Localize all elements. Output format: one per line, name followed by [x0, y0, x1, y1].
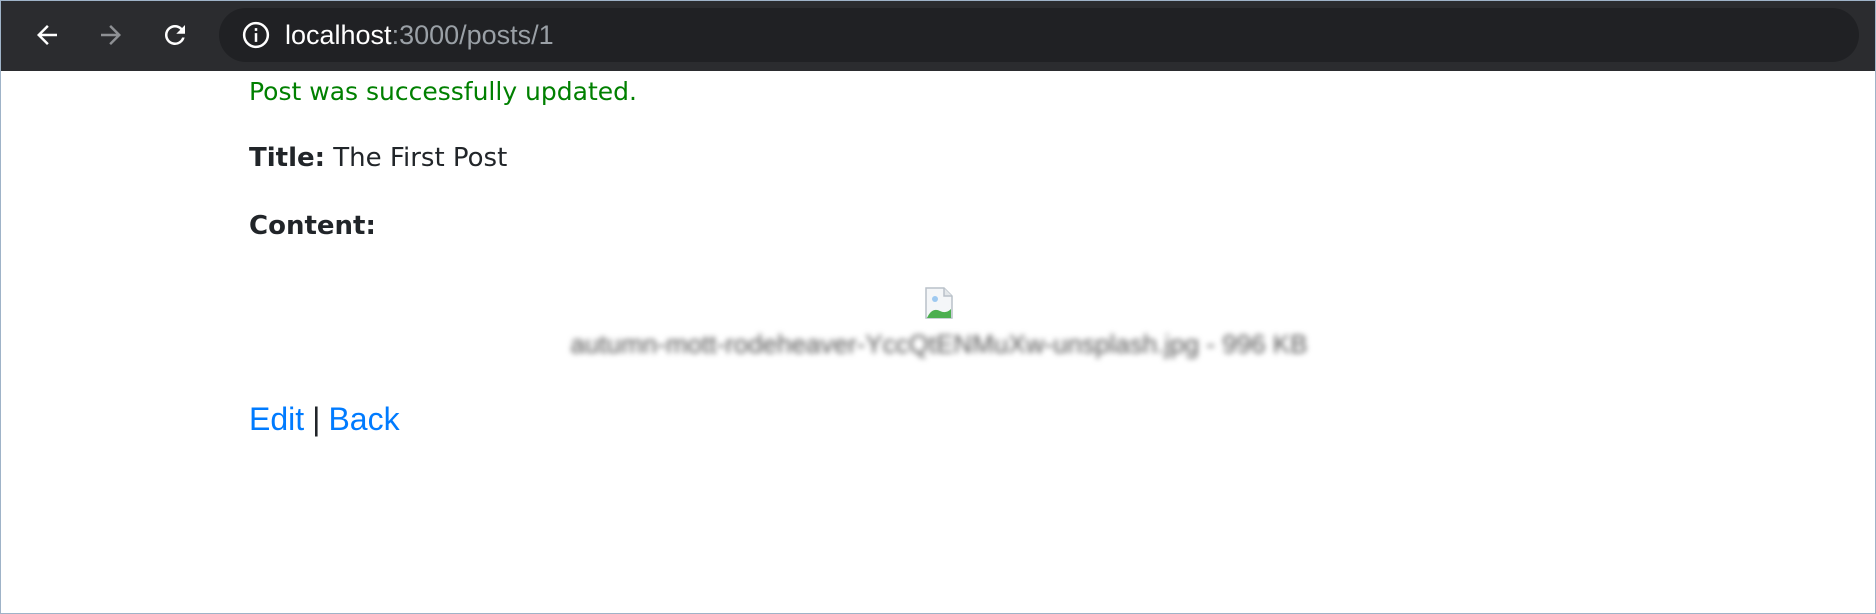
- forward-button[interactable]: [91, 15, 131, 55]
- browser-window: localhost:3000/posts/1 Post was successf…: [0, 0, 1876, 614]
- title-label: Title:: [249, 143, 326, 173]
- url-path: :3000/posts/1: [391, 19, 554, 50]
- link-separator: |: [312, 401, 321, 437]
- reload-button[interactable]: [155, 15, 195, 55]
- attachment-caption: autumn-mott-rodeheaver-YccQtENMuXw-unspl…: [570, 329, 1308, 359]
- broken-image-icon[interactable]: [924, 287, 954, 319]
- back-link[interactable]: Back: [328, 401, 399, 437]
- title-value: The First Post: [333, 143, 508, 173]
- attachment-figure: autumn-mott-rodeheaver-YccQtENMuXw-unspl…: [249, 287, 1629, 360]
- url-text[interactable]: localhost:3000/posts/1: [285, 20, 554, 51]
- content-field: Content:: [249, 211, 376, 241]
- edit-link[interactable]: Edit: [249, 401, 304, 437]
- browser-toolbar: localhost:3000/posts/1: [1, 1, 1875, 71]
- title-field: Title: The First Post: [249, 143, 507, 173]
- arrow-right-icon: [101, 25, 121, 45]
- arrow-left-icon: [37, 25, 57, 45]
- flash-notice: Post was successfully updated.: [249, 77, 637, 106]
- address-bar[interactable]: localhost:3000/posts/1: [219, 8, 1859, 62]
- reload-icon: [164, 24, 185, 45]
- action-links: Edit | Back: [249, 401, 400, 438]
- back-button[interactable]: [27, 15, 67, 55]
- content-label: Content:: [249, 211, 376, 241]
- info-icon[interactable]: [241, 20, 271, 50]
- url-host: localhost: [285, 19, 392, 50]
